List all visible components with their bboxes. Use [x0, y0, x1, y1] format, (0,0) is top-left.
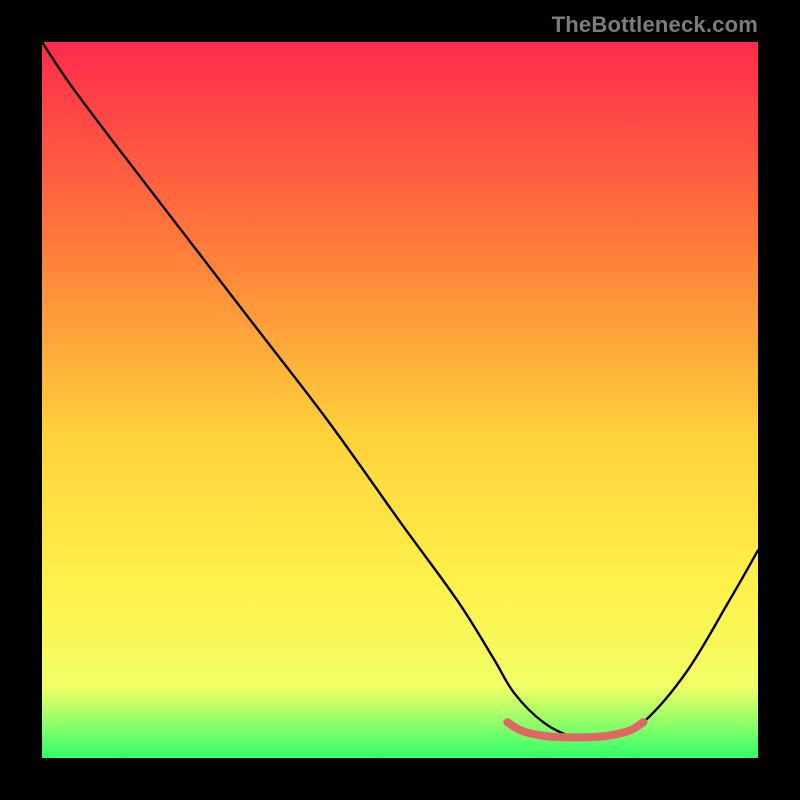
- plot-area: [42, 42, 758, 758]
- watermark-text: TheBottleneck.com: [552, 12, 758, 38]
- curve-layer: [42, 42, 758, 758]
- chart-frame: TheBottleneck.com: [0, 0, 800, 800]
- optimal-range-marker: [507, 722, 643, 737]
- bottleneck-curve: [42, 42, 758, 738]
